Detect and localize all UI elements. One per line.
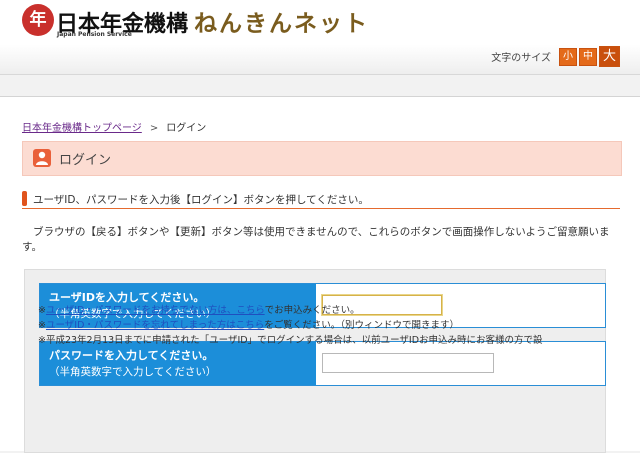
breadcrumb-home-link[interactable]: 日本年金機構トップページ [22,123,142,134]
instruction-text: ユーザID、パスワードを入力後【ログイン】ボタンを押してください。 [33,194,369,206]
password-label-text: パスワードを入力してください。 [49,349,214,362]
password-label: パスワードを入力してください。 （半角英数字で入力してください） [40,342,316,385]
note-forgot-suffix: をご覧ください。（別ウィンドウで開きます） [264,320,459,331]
site-title: ねんきんネット [194,11,369,37]
note-bullet: ※ [38,320,46,331]
font-size-large-button[interactable]: 大 [599,46,620,67]
font-size-switcher: 文字のサイズ 小 中 大 [491,46,620,67]
browser-notice: ブラウザの【戻る】ボタンや【更新】ボタン等は使用できませんので、これらのボタンで… [22,226,610,253]
note-bullet: ※ [38,305,46,316]
main-content: 日本年金機構トップページ > ログイン ログイン ユーザID、パスワードを入力後【ロ… [0,96,640,453]
forgot-credentials-link[interactable]: ユーザID・パスワードを忘れてしまった方はこちら [46,320,264,331]
breadcrumb-separator: > [149,123,159,134]
note-forgot: ※ユーザID・パスワードを忘れてしまった方はこちらをご覧ください。（別ウィンドウ… [38,318,543,333]
note-apply: ※ユーザID・パスワードをお持ちでない方は、こちらでお申込みください。 [38,303,543,318]
page-title-bar: ログイン [22,141,622,176]
site-header: 年 日本年金機構 Japan Pension Service ねんきんネット 文… [0,0,640,75]
login-form: ユーザIDを入力してください。 （半角英数字で入力してください） パスワードを入… [24,269,606,453]
password-input[interactable] [322,353,494,373]
user-icon [33,149,51,167]
jps-logo-icon[interactable]: 年 [22,4,54,36]
breadcrumb: 日本年金機構トップページ > ログイン [22,119,206,134]
page-title: ログイン [59,153,112,168]
font-size-label: 文字のサイズ [491,53,551,64]
font-size-small-button[interactable]: 小 [559,47,577,66]
font-size-medium-button[interactable]: 中 [579,47,597,66]
apply-link[interactable]: ユーザID・パスワードをお持ちでない方は、こちら [46,305,265,316]
help-notes: ※ユーザID・パスワードをお持ちでない方は、こちらでお申込みください。 ※ユーザ… [38,303,543,348]
breadcrumb-current: ログイン [166,123,207,134]
instruction-heading: ユーザID、パスワードを入力後【ログイン】ボタンを押してください。 [22,190,620,209]
heading-marker [22,191,27,206]
note-apply-suffix: でお申込みください。 [264,305,360,316]
note-legacy-id: ※平成23年2月13日までに申請された「ユーザID」でログインする場合は、以前ユ… [38,335,543,346]
logo-subtitle: Japan Pension Service [57,31,132,38]
password-hint: （半角英数字で入力してください） [49,366,217,378]
